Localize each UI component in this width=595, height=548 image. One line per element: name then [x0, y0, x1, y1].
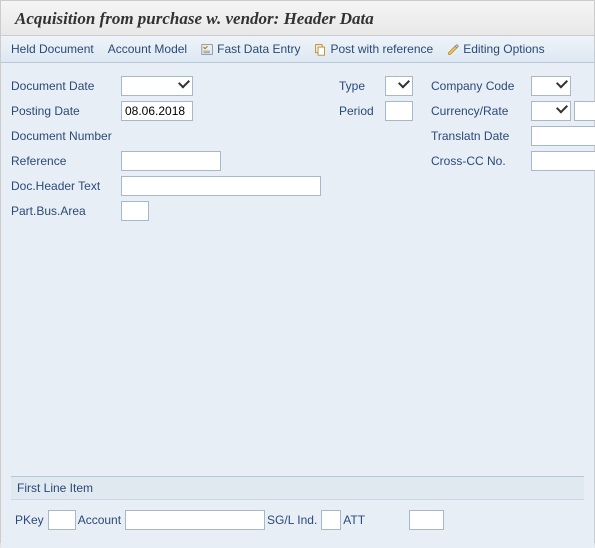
held-document-button[interactable]: Held Document — [11, 42, 94, 56]
cross-cc-no-label: Cross-CC No. — [431, 154, 531, 168]
document-number-label: Document Number — [11, 129, 121, 143]
currency-rate-field[interactable] — [531, 101, 571, 121]
currency-rate-label: Currency/Rate — [431, 104, 531, 118]
account-model-button[interactable]: Account Model — [108, 42, 187, 56]
sap-window: Acquisition from purchase w. vendor: Hea… — [0, 0, 595, 543]
pencil-icon — [447, 43, 460, 56]
page-title: Acquisition from purchase w. vendor: Hea… — [15, 9, 580, 29]
document-date-field[interactable] — [121, 76, 193, 96]
doc-header-text-field[interactable] — [121, 176, 321, 196]
period-field[interactable] — [385, 101, 413, 121]
title-bar: Acquisition from purchase w. vendor: Hea… — [1, 1, 594, 36]
first-line-item-group: First Line Item PKey Account SG/L Ind. A… — [11, 476, 584, 540]
post-with-reference-label: Post with reference — [330, 42, 433, 56]
posting-date-label: Posting Date — [11, 104, 121, 118]
editing-options-button[interactable]: Editing Options — [447, 42, 544, 56]
copy-icon — [314, 43, 327, 56]
posting-date-field[interactable] — [121, 101, 193, 121]
form-area: Document Date Posting Date Document Numb… — [11, 75, 584, 225]
type-field[interactable] — [385, 76, 413, 96]
translatn-date-label: Translatn Date — [431, 129, 531, 143]
cross-cc-no-field[interactable] — [531, 151, 595, 171]
period-label: Period — [339, 104, 385, 118]
reference-label: Reference — [11, 154, 121, 168]
doc-header-text-label: Doc.Header Text — [11, 179, 121, 193]
company-code-label: Company Code — [431, 79, 531, 93]
line-item-row: PKey Account SG/L Ind. ATT — [11, 510, 584, 540]
sgl-ind-field[interactable] — [321, 510, 341, 530]
att-label: ATT — [341, 513, 369, 527]
first-line-item-title: First Line Item — [11, 477, 584, 500]
account-label: Account — [76, 513, 125, 527]
document-date-label: Document Date — [11, 79, 121, 93]
pkey-field[interactable] — [48, 510, 76, 530]
currency-rate-field-2[interactable] — [574, 101, 595, 121]
reference-field[interactable] — [121, 151, 221, 171]
fast-data-entry-label: Fast Data Entry — [217, 42, 300, 56]
sgl-ind-label: SG/L Ind. — [265, 513, 321, 527]
column-left: Document Date Posting Date Document Numb… — [11, 75, 321, 225]
column-middle: Type Period — [339, 75, 413, 225]
post-with-reference-button[interactable]: Post with reference — [314, 42, 433, 56]
att-field[interactable] — [409, 510, 444, 530]
checklist-icon — [201, 43, 214, 56]
pkey-label: PKey — [15, 513, 48, 527]
part-bus-area-field[interactable] — [121, 201, 149, 221]
column-right: Company Code Currency/Rate Translatn Dat… — [431, 75, 595, 225]
fast-data-entry-button[interactable]: Fast Data Entry — [201, 42, 300, 56]
company-code-field[interactable] — [531, 76, 571, 96]
editing-options-label: Editing Options — [463, 42, 544, 56]
type-label: Type — [339, 79, 385, 93]
translatn-date-field[interactable] — [531, 126, 595, 146]
toolbar: Held Document Account Model Fast Data En… — [1, 36, 594, 63]
content-area: Document Date Posting Date Document Numb… — [1, 63, 594, 548]
account-field[interactable] — [125, 510, 265, 530]
part-bus-area-label: Part.Bus.Area — [11, 204, 121, 218]
